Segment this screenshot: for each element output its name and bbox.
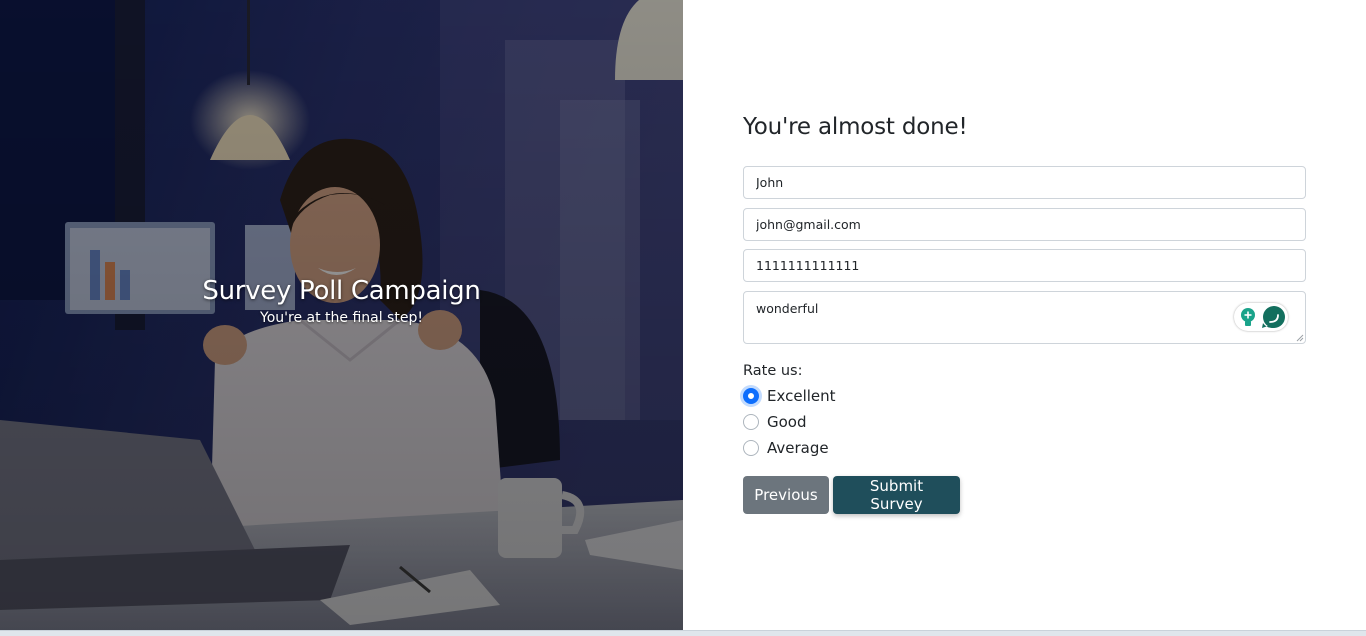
previous-button[interactable]: Previous (743, 476, 829, 514)
radio-average-label: Average (767, 439, 829, 457)
hero-text: Survey Poll Campaign You're at the final… (0, 272, 683, 326)
phone-input[interactable] (743, 249, 1306, 282)
email-input[interactable] (743, 208, 1306, 241)
lightbulb-icon[interactable] (1241, 308, 1255, 326)
rating-option-good[interactable]: Good (743, 411, 807, 433)
radio-good-label: Good (767, 413, 807, 431)
survey-page: Survey Poll Campaign You're at the final… (0, 0, 1366, 636)
rating-option-excellent[interactable]: Excellent (743, 385, 836, 407)
radio-excellent[interactable] (743, 388, 759, 404)
bottom-scrollbar-strip (0, 630, 1366, 636)
comment-textarea[interactable]: wonderful (743, 291, 1306, 344)
hero-title: Survey Poll Campaign (202, 276, 481, 306)
hero-subtitle: You're at the final step! (260, 310, 423, 326)
form-title: You're almost done! (743, 114, 968, 140)
name-input[interactable] (743, 166, 1306, 199)
rating-label: Rate us: (743, 363, 803, 379)
submit-survey-button[interactable]: Submit Survey (833, 476, 960, 514)
radio-average[interactable] (743, 440, 759, 456)
hero-panel: Survey Poll Campaign You're at the final… (0, 0, 683, 630)
survey-form-panel: You're almost done! wonderful (683, 0, 1366, 630)
extension-widget[interactable] (1234, 303, 1288, 331)
resize-grip-icon[interactable] (1296, 334, 1304, 342)
rating-option-average[interactable]: Average (743, 437, 829, 459)
radio-excellent-label: Excellent (767, 387, 836, 405)
radio-good[interactable] (743, 414, 759, 430)
chat-bubble-icon[interactable] (1262, 306, 1285, 328)
